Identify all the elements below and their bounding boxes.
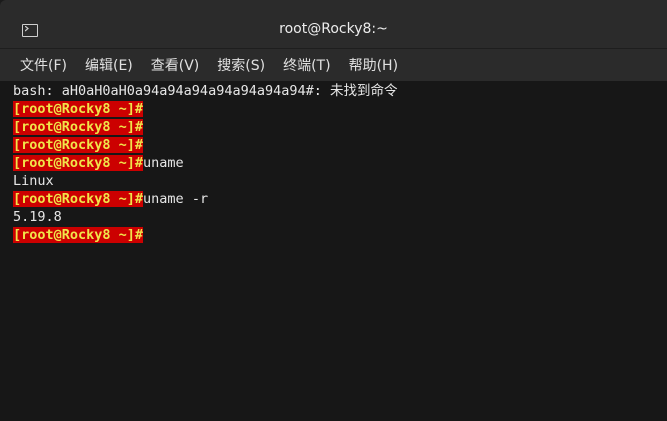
terminal-output[interactable]: bash: aH0aH0aH0a94a94a94a94a94a94a94#: 未… (13, 82, 667, 421)
menu-help[interactable]: 帮助(H) (349, 55, 398, 75)
shell-prompt: [root@Rocky8 ~]# (13, 227, 144, 243)
output-text: bash: aH0aH0aH0a94a94a94a94a94a94a94#: 未… (13, 83, 398, 99)
terminal-margin (0, 82, 12, 421)
menu-view[interactable]: 查看(V) (151, 55, 200, 75)
title-bar[interactable]: root@Rocky8:~ (0, 0, 667, 49)
command-text: uname (143, 155, 184, 171)
prompt-line: [root@Rocky8 ~]#uname -r (13, 190, 667, 208)
shell-prompt: [root@Rocky8 ~]# (13, 101, 144, 117)
menu-bar: 文件(F) 编辑(E) 查看(V) 搜索(S) 终端(T) 帮助(H) (0, 49, 667, 81)
shell-prompt: [root@Rocky8 ~]# (13, 119, 144, 135)
shell-prompt: [root@Rocky8 ~]# (13, 155, 144, 171)
output-line: Linux (13, 172, 667, 190)
window-title: root@Rocky8:~ (279, 21, 388, 37)
shell-prompt: [root@Rocky8 ~]# (13, 137, 144, 153)
prompt-line: [root@Rocky8 ~]# (13, 226, 667, 244)
output-line: bash: aH0aH0aH0a94a94a94a94a94a94a94#: 未… (13, 82, 667, 100)
prompt-line: [root@Rocky8 ~]#uname (13, 154, 667, 172)
prompt-line: [root@Rocky8 ~]# (13, 136, 667, 154)
command-text: uname -r (143, 191, 209, 207)
prompt-line: [root@Rocky8 ~]# (13, 118, 667, 136)
menu-edit[interactable]: 编辑(E) (85, 55, 133, 75)
menu-terminal[interactable]: 终端(T) (283, 55, 330, 75)
prompt-line: [root@Rocky8 ~]# (13, 100, 667, 118)
terminal-window: root@Rocky8:~ 文件(F) 编辑(E) 查看(V) 搜索(S) 终端… (0, 0, 667, 421)
output-text: Linux (13, 173, 54, 189)
menu-search[interactable]: 搜索(S) (217, 55, 265, 75)
menu-file[interactable]: 文件(F) (20, 55, 67, 75)
output-line: 5.19.8 (13, 208, 667, 226)
output-text: 5.19.8 (13, 209, 62, 225)
shell-prompt: [root@Rocky8 ~]# (13, 191, 144, 207)
